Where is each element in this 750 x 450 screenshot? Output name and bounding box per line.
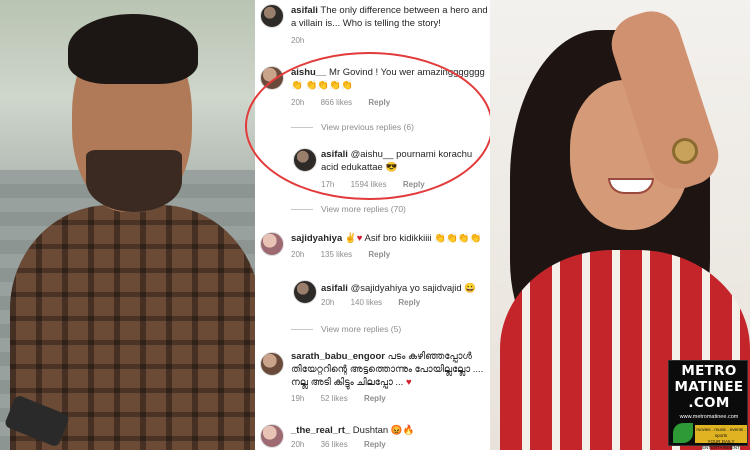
comment-text: The only difference between a hero and a… (291, 5, 488, 29)
logo-tagline-sub: YOUR DAILY ENTERTAINMENT (702, 439, 740, 450)
comment-likes[interactable]: 52 likes (321, 394, 348, 403)
avatar[interactable] (260, 4, 284, 28)
comment-time: 20h (291, 36, 305, 45)
red-highlight-circle (245, 52, 493, 200)
heart-icon: ♥ (356, 233, 363, 244)
heart-icon: ♥ (405, 377, 412, 388)
comment-text: Dushtan (352, 425, 389, 436)
comment-username[interactable]: _the_real_rt_ (291, 425, 350, 436)
comment-time: 20h (321, 298, 335, 307)
logo-url: www.metromatinee.com (679, 414, 739, 420)
comment-text: Asif bro kidikkiiii (364, 233, 432, 244)
comment-username[interactable]: asifali (321, 283, 348, 294)
reply-button[interactable]: Reply (368, 250, 390, 259)
man-hair (68, 14, 198, 84)
logo-line-1: METRO (681, 363, 737, 379)
logo-tagline-text: movies . music . events . sports (696, 427, 746, 438)
grin-emoji-icon: 😀 (464, 283, 477, 294)
comment-likes[interactable]: 135 likes (321, 250, 353, 259)
comment-username[interactable]: sajidyahiya (291, 233, 342, 244)
avatar[interactable] (260, 232, 284, 256)
man-beard (86, 150, 182, 212)
metromatinee-logo[interactable]: METRO MATINEE .COM www.metromatinee.com … (668, 360, 748, 450)
logo-line-3: .COM (688, 395, 730, 411)
avatar[interactable] (293, 280, 317, 304)
left-photo-man (0, 0, 255, 450)
view-more-replies-link[interactable]: View more replies (70) (291, 204, 406, 214)
leaf-icon (673, 423, 693, 443)
clap-emoji-icon: 👏👏👏👏 (434, 233, 482, 244)
victory-emoji-icon: ✌ (344, 233, 357, 244)
comment-likes[interactable]: 36 likes (321, 440, 348, 449)
reply-button[interactable]: Reply (364, 440, 386, 449)
reply-button[interactable]: Reply (364, 394, 386, 403)
avatar[interactable] (260, 424, 284, 448)
comment-username[interactable]: sarath_babu_engoor (291, 351, 385, 362)
wrist-watch (672, 138, 698, 164)
logo-tagline: movies . music . events . sports YOUR DA… (695, 425, 747, 450)
comment-time: 19h (291, 394, 305, 403)
view-more-replies-link[interactable]: View more replies (5) (291, 324, 401, 334)
comment-likes[interactable]: 140 likes (351, 298, 383, 307)
comment-text: @sajidyahiya yo sajidvajid (350, 283, 462, 294)
comment-time: 20h (291, 250, 305, 259)
reply-button[interactable]: Reply (398, 298, 420, 307)
logo-line-2: MATINEE (674, 379, 744, 395)
avatar[interactable] (260, 352, 284, 376)
angry-fire-emoji-icon: 😡🔥 (390, 425, 415, 436)
comment-time: 20h (291, 440, 305, 449)
comment-username[interactable]: asifali (291, 5, 318, 16)
